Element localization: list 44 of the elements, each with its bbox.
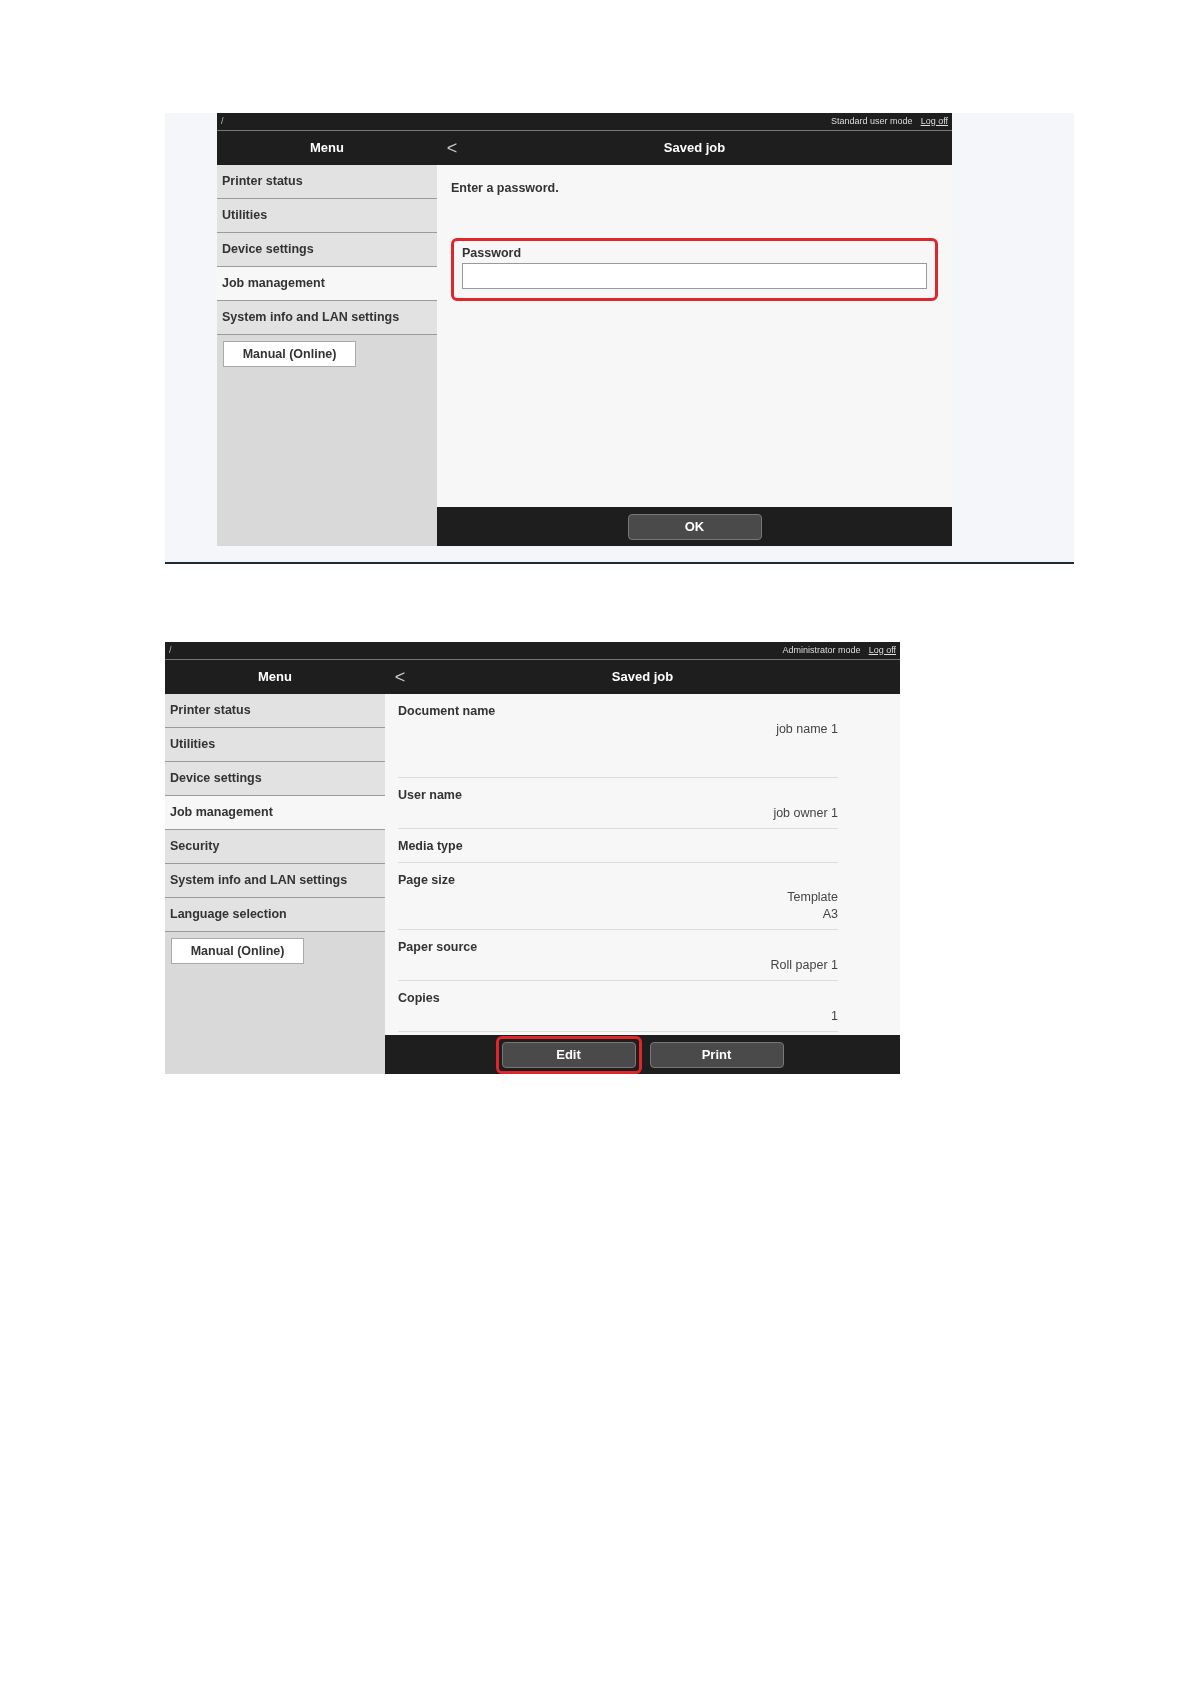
log-off-link[interactable]: Log off bbox=[920, 114, 948, 129]
footer-button[interactable]: OK bbox=[627, 513, 762, 540]
detail-label: Copies bbox=[398, 990, 441, 1007]
page-title: Saved job bbox=[662, 139, 727, 158]
detail-value: Roll paper 1 bbox=[770, 957, 838, 974]
page-title: Saved job bbox=[610, 668, 675, 687]
path-text: / bbox=[169, 643, 172, 657]
password-field[interactable] bbox=[462, 262, 927, 289]
back-button[interactable]: < bbox=[385, 663, 415, 691]
mode-text: Standard user mode bbox=[831, 114, 913, 128]
detail-value: job owner 1 bbox=[773, 804, 838, 822]
sidebar-item[interactable]: Device settings bbox=[217, 233, 437, 267]
sidebar-item[interactable]: Utilities bbox=[165, 728, 385, 762]
footer-button[interactable]: Edit bbox=[501, 1041, 636, 1068]
sidebar-item[interactable]: Job management bbox=[165, 796, 385, 830]
sidebar-item[interactable]: Printer status bbox=[217, 165, 437, 199]
detail-value: A3 bbox=[822, 906, 838, 924]
prompt-text: Enter a password. bbox=[451, 180, 560, 197]
sidebar-item[interactable]: Language selection bbox=[165, 898, 385, 932]
detail-label: User name bbox=[398, 787, 463, 804]
log-off-link[interactable]: Log off bbox=[868, 643, 896, 658]
detail-value: Template bbox=[787, 889, 838, 907]
mode-text: Administrator mode bbox=[782, 643, 861, 657]
detail-label: Page size bbox=[398, 871, 456, 889]
menu-title: Menu bbox=[257, 668, 293, 687]
sidebar-item[interactable]: System info and LAN settings bbox=[217, 301, 437, 335]
menu-title: Menu bbox=[309, 139, 345, 158]
sidebar-item[interactable]: Device settings bbox=[165, 762, 385, 796]
sidebar-item[interactable]: Utilities bbox=[217, 199, 437, 233]
back-button[interactable]: < bbox=[437, 134, 467, 162]
field-label: Password bbox=[462, 244, 523, 262]
detail-label: Paper source bbox=[398, 939, 479, 957]
sidebar-item[interactable]: Security bbox=[165, 830, 385, 864]
sidebar-item[interactable]: Job management bbox=[217, 267, 437, 301]
path-text: / bbox=[221, 114, 224, 128]
manual-button[interactable]: Manual (Online) bbox=[223, 341, 356, 368]
detail-value: 1 bbox=[831, 1007, 838, 1025]
detail-label: Document name bbox=[398, 703, 497, 720]
manual-button[interactable]: Manual (Online) bbox=[171, 938, 304, 965]
detail-value: job name 1 bbox=[776, 720, 838, 738]
footer-button[interactable]: Print bbox=[649, 1041, 784, 1068]
detail-label: Media type bbox=[398, 837, 464, 855]
sidebar-item[interactable]: System info and LAN settings bbox=[165, 864, 385, 898]
sidebar-item[interactable]: Printer status bbox=[165, 694, 385, 728]
